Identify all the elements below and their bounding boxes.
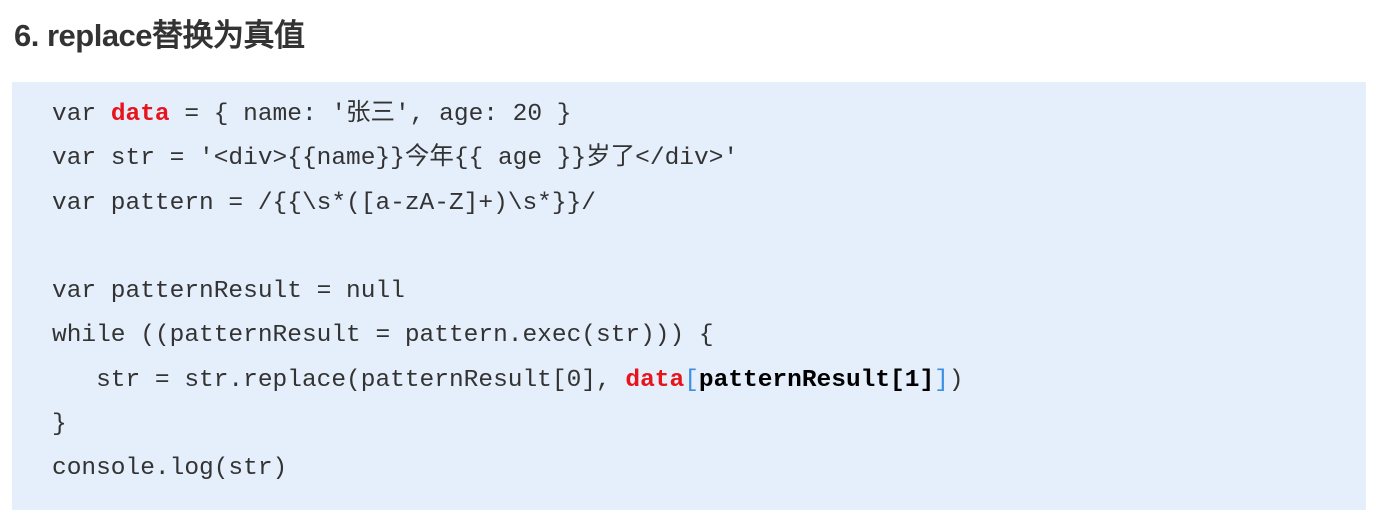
code-token: ) bbox=[948, 366, 964, 394]
code-line: var pattern = /{{\s*([a-zA-Z]+)\s*}}/ bbox=[52, 185, 964, 229]
code-token-blue: [ bbox=[684, 366, 699, 394]
code-token: = { name: '张三', age: 20 } bbox=[169, 101, 572, 128]
code-line: var patternResult = null bbox=[52, 273, 964, 317]
code-token: var pattern = /{{\s*([a-zA-Z]+)\s*}}/ bbox=[52, 189, 596, 217]
code-line: var str = '<div>{{name}}今年{{ age }}岁了</d… bbox=[52, 140, 964, 184]
code-token: var patternResult = null bbox=[52, 278, 405, 306]
code-line: } bbox=[52, 406, 964, 450]
code-token: } bbox=[52, 411, 67, 439]
code-token: str = str.replace(patternResult[0], bbox=[52, 366, 626, 394]
code-token-kw-red: data bbox=[625, 366, 685, 394]
section-title: 6. replace替换为真值 bbox=[14, 18, 305, 53]
code-token: var str = '<div>{{name}}今年{{ age }}岁了</d… bbox=[52, 145, 739, 173]
code-token-blue: ] bbox=[934, 366, 949, 394]
code-token: while ((patternResult = pattern.exec(str… bbox=[52, 322, 714, 350]
code-line: console.log(str) bbox=[52, 450, 964, 494]
code-line: var data = { name: '张三', age: 20 } bbox=[52, 96, 964, 140]
code-token: var bbox=[52, 101, 111, 128]
code-line: str = str.replace(patternResult[0], data… bbox=[52, 362, 964, 406]
code-token-kw-red: data bbox=[110, 101, 170, 128]
code-lines: var data = { name: '张三', age: 20 } var st… bbox=[52, 96, 964, 495]
code-token-bold: patternResult[1] bbox=[698, 366, 935, 394]
code-token: console.log(str) bbox=[52, 455, 288, 483]
code-line: while ((patternResult = pattern.exec(str… bbox=[52, 317, 964, 361]
